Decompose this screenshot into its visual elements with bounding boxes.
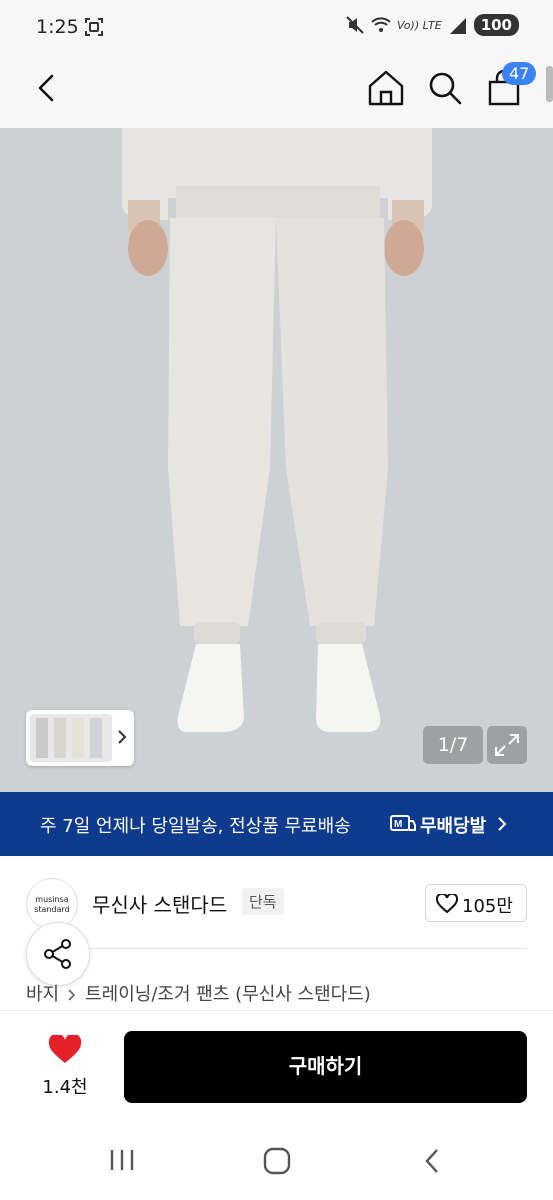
breadcrumb: 바지 트레이닝/조거 팬츠 (무신사 스탠다드) bbox=[26, 980, 371, 1006]
buy-button[interactable]: 구매하기 bbox=[124, 1031, 527, 1103]
purchase-bar: 1.4천 구매하기 bbox=[0, 1010, 553, 1122]
brand-like-button[interactable]: 105만 bbox=[425, 884, 527, 922]
mute-icon bbox=[345, 14, 365, 36]
brand-like-count: 105만 bbox=[462, 896, 513, 917]
status-time: 1:25 bbox=[36, 16, 79, 38]
divider bbox=[84, 948, 527, 949]
scroll-indicator bbox=[546, 66, 553, 102]
home-icon bbox=[368, 70, 404, 106]
heart-outline-icon bbox=[435, 892, 459, 914]
status-bar: 1:25 Vo)) LTE 100 bbox=[0, 0, 553, 54]
search-button[interactable] bbox=[425, 66, 465, 110]
heart-filled-icon[interactable] bbox=[48, 1033, 82, 1065]
share-icon bbox=[43, 938, 73, 970]
svg-text:M: M bbox=[394, 819, 402, 830]
home-button[interactable] bbox=[366, 66, 406, 110]
screenshot-icon bbox=[84, 17, 104, 37]
brand-name[interactable]: 무신사 스탠다드 bbox=[92, 889, 227, 918]
back-button[interactable] bbox=[30, 68, 66, 108]
back-nav-icon[interactable] bbox=[422, 1146, 442, 1176]
page-counter: 1/7 bbox=[423, 726, 483, 764]
chevron-right-icon bbox=[67, 986, 77, 1001]
volte-icon: Vo)) LTE bbox=[396, 18, 442, 32]
truck-m-logo-icon: M bbox=[390, 812, 416, 836]
brand-logo-line2: standard bbox=[34, 905, 70, 914]
product-image[interactable]: 1/7 bbox=[0, 128, 553, 792]
brand-logo-line1: musinsa bbox=[35, 895, 69, 904]
share-button[interactable] bbox=[26, 922, 90, 986]
product-photo bbox=[0, 128, 553, 792]
shipping-banner[interactable]: 주 7일 언제나 당일발송, 전상품 무료배송 M 무배당발 bbox=[0, 792, 553, 856]
signal-icon bbox=[448, 14, 468, 36]
breadcrumb-category[interactable]: 바지 bbox=[26, 980, 59, 1006]
shipping-banner-text: 주 7일 언제나 당일발송, 전상품 무료배송 bbox=[40, 816, 351, 837]
wifi-icon bbox=[371, 14, 391, 36]
expand-icon bbox=[495, 734, 519, 756]
thumbnail-strip[interactable] bbox=[26, 710, 134, 766]
system-nav-bar bbox=[0, 1122, 553, 1200]
wishlist-count: 1.4천 bbox=[42, 1077, 88, 1098]
thumbnail-image bbox=[30, 714, 112, 762]
chevron-right-icon bbox=[116, 728, 128, 746]
chevron-right-icon bbox=[497, 816, 507, 832]
back-arrow-icon bbox=[38, 74, 54, 102]
search-icon bbox=[429, 72, 462, 105]
app-header: 47 bbox=[0, 54, 553, 128]
exclusive-badge: 단독 bbox=[242, 888, 284, 915]
home-nav-icon[interactable] bbox=[262, 1146, 292, 1176]
expand-button[interactable] bbox=[487, 726, 527, 764]
shipping-brand: 무배당발 bbox=[420, 816, 487, 837]
breadcrumb-subcategory[interactable]: 트레이닝/조거 팬츠 (무신사 스탠다드) bbox=[85, 980, 371, 1006]
battery-badge: 100 bbox=[473, 14, 519, 36]
recent-apps-icon[interactable] bbox=[108, 1148, 136, 1172]
cart-count-badge: 47 bbox=[502, 62, 537, 85]
